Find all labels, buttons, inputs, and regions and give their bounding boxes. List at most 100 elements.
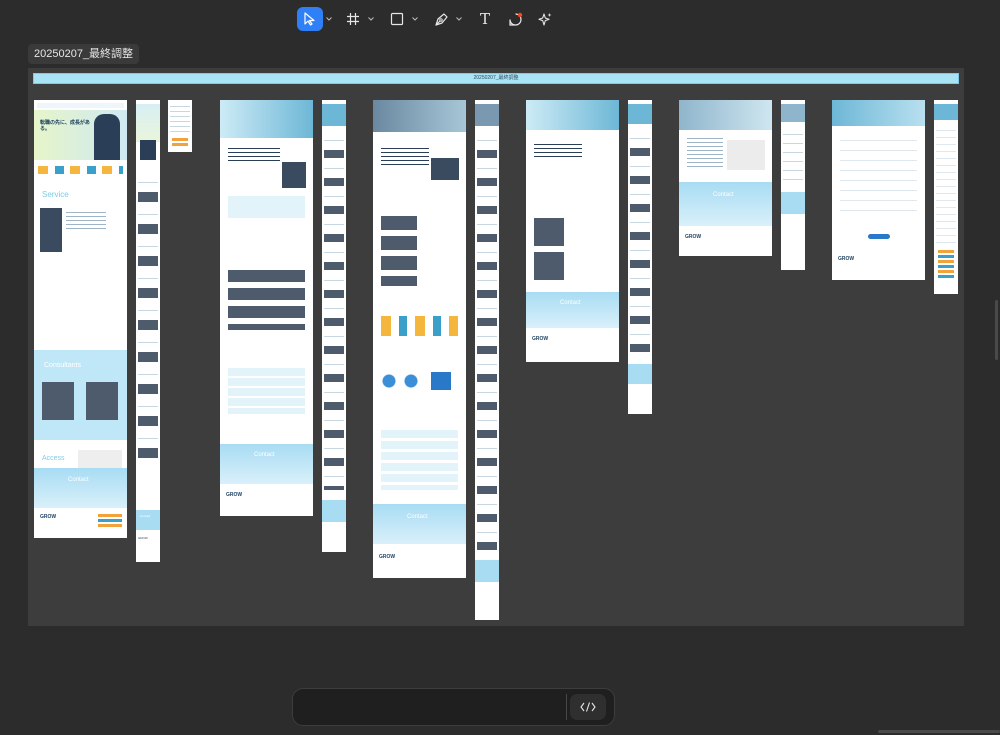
mobile-contact-heading: Contact [140, 514, 151, 518]
footer-logo: GROW [40, 514, 57, 520]
mobile-form-footer [938, 250, 954, 280]
pen-tool-button[interactable] [429, 7, 453, 31]
page-mobile-top[interactable]: Contact GROW [136, 100, 160, 562]
menu-list [170, 106, 190, 136]
actions-tool-button[interactable] [533, 7, 557, 31]
chevron-down-icon [456, 17, 462, 21]
chevron-down-icon [368, 17, 374, 21]
contact-heading: Contact [68, 477, 89, 483]
partner-logos [38, 166, 123, 174]
horizontal-scrollbar[interactable] [878, 730, 1000, 733]
company-contact-heading: Contact [407, 514, 428, 520]
service-text [66, 212, 106, 230]
consultants-heading: Consultants [44, 362, 81, 369]
page-mobile-service[interactable] [322, 100, 346, 552]
page-mobile-consultant[interactable] [628, 100, 652, 414]
select-tool-dropdown[interactable] [325, 7, 333, 31]
contact-banner [34, 468, 127, 508]
service-header [220, 100, 313, 138]
page-desktop-company[interactable]: Contact GROW [373, 100, 466, 578]
service-intro [228, 148, 280, 164]
mobile-consultant-contact [628, 364, 652, 384]
mobile-contact [136, 510, 160, 530]
hero-person [94, 114, 120, 160]
mobile-form-header [934, 104, 958, 120]
mobile-body [138, 170, 158, 470]
team-photos [381, 216, 417, 286]
page-desktop-top[interactable]: 転職の先に、成長がある。 Service Consultants Access … [34, 100, 127, 538]
service-person [282, 162, 306, 188]
rectangle-icon [390, 12, 404, 26]
mobile-consultant-body [630, 128, 650, 358]
service-contact-heading: Contact [254, 452, 275, 458]
feature-list [228, 270, 305, 330]
company-person [431, 158, 459, 180]
vertical-scrollbar[interactable] [995, 300, 998, 360]
consultant-intro [534, 144, 582, 160]
mobile-company-header [475, 104, 499, 126]
chevron-down-icon [412, 17, 418, 21]
page-desktop-form[interactable]: GROW [832, 100, 925, 280]
page-desktop-service[interactable]: Contact GROW [220, 100, 313, 516]
comment-tool-button[interactable] [503, 7, 527, 31]
service-contact [220, 444, 313, 484]
access-header [679, 100, 772, 130]
design-frame[interactable]: 20250207_最終調整 転職の先に、成長がある。 Service Consu… [28, 68, 964, 626]
hash-frame-icon [347, 13, 359, 25]
mobile-access-body [783, 126, 803, 186]
mobile-form-fields [936, 124, 956, 244]
service-photo [40, 208, 62, 252]
company-contact [373, 504, 466, 544]
chevron-down-icon [326, 17, 332, 21]
access-heading: Access [42, 455, 65, 462]
consultant-photo-b [534, 252, 564, 280]
comment-icon [508, 12, 522, 26]
dev-mode-toggle[interactable] [570, 694, 606, 720]
shape-tool-button[interactable] [385, 7, 409, 31]
mobile-company-body [477, 130, 497, 550]
access-footer-logo: GROW [685, 234, 702, 240]
toolbar-divider [566, 694, 567, 720]
page-mobile-menu[interactable] [168, 100, 192, 152]
consultant-photo-2 [86, 382, 118, 420]
frame-label[interactable]: 20250207_最終調整 [28, 44, 140, 64]
consultant-contact-heading: Contact [560, 300, 581, 306]
client-logos [381, 316, 458, 336]
footer-buttons [98, 514, 122, 528]
consultant-header [526, 100, 619, 130]
page-desktop-access[interactable]: Contact GROW [679, 100, 772, 256]
service-heading: Service [42, 190, 69, 199]
access-contact [679, 182, 772, 226]
consultant-photo-a [534, 218, 564, 246]
page-mobile-form[interactable] [934, 100, 958, 294]
page-mobile-company[interactable] [475, 100, 499, 620]
consultant-contact [526, 292, 619, 328]
company-flow [381, 430, 458, 490]
pen-tool-dropdown[interactable] [455, 7, 463, 31]
text-icon: T [479, 10, 490, 28]
sparkle-icon [537, 12, 551, 26]
select-tool-button[interactable] [297, 7, 323, 31]
mobile-logo: GROW [138, 536, 148, 540]
company-intro [381, 148, 429, 166]
mobile-hero [136, 104, 160, 142]
company-footer-logo: GROW [379, 554, 396, 560]
form-submit [868, 234, 890, 239]
mobile-consultant-header [628, 104, 652, 124]
text-tool-button[interactable]: T [473, 7, 497, 31]
shape-tool-dropdown[interactable] [411, 7, 419, 31]
frame-tool-button[interactable] [341, 7, 365, 31]
access-info [687, 138, 723, 168]
frame-tool-dropdown[interactable] [367, 7, 375, 31]
frame-header-bar: 20250207_最終調整 [33, 73, 959, 84]
company-header [373, 100, 466, 132]
grow-box [228, 196, 305, 218]
cursor-arrow-icon [304, 12, 315, 26]
mobile-person [140, 140, 156, 160]
menu-buttons [172, 138, 188, 148]
page-mobile-access[interactable] [781, 100, 805, 270]
hero-heading: 転職の先に、成長がある。 [40, 120, 90, 132]
consultant-photo-1 [42, 382, 74, 420]
access-map-detail [727, 140, 765, 170]
page-desktop-consultant[interactable]: Contact GROW [526, 100, 619, 362]
